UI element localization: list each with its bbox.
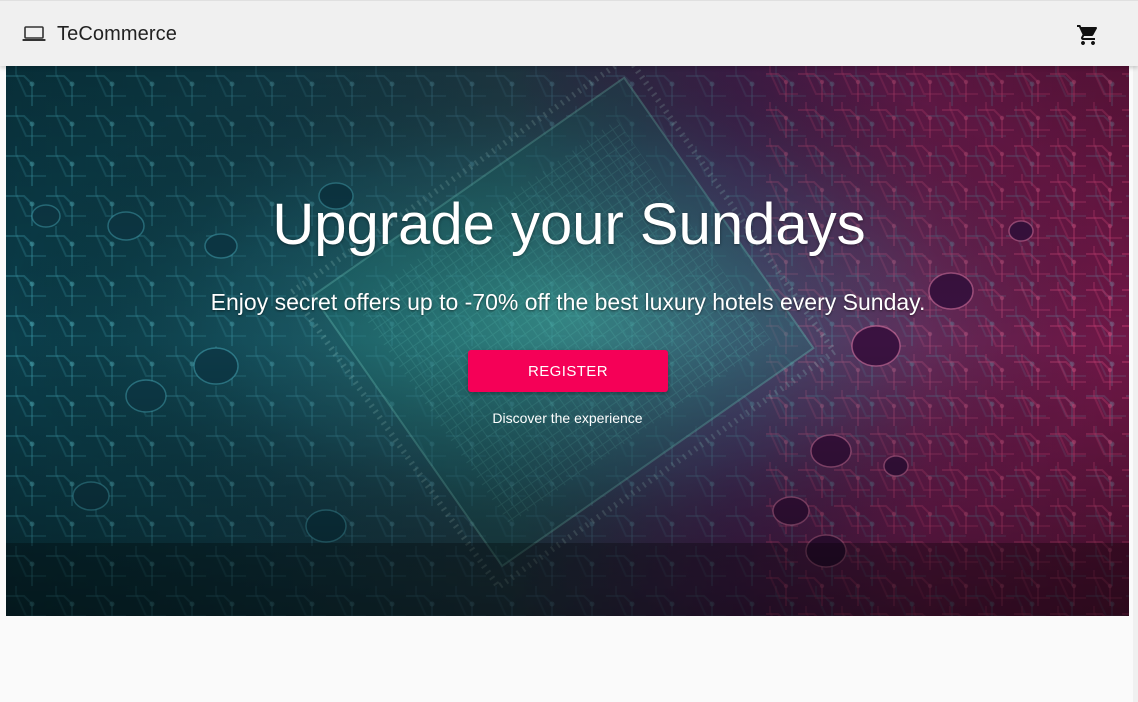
scrollbar-track[interactable]: [1133, 66, 1138, 702]
hero-banner: [6, 66, 1129, 616]
brand[interactable]: TeCommerce: [22, 21, 177, 47]
discover-link[interactable]: Discover the experience: [0, 409, 1135, 427]
hero-bottom-overlay: [6, 543, 1129, 616]
top-app-bar: TeCommerce: [0, 0, 1138, 66]
hero-subtitle: Enjoy secret offers up to -70% off the b…: [210, 289, 926, 315]
laptop-icon: [22, 26, 46, 41]
app-frame: TeCommerce Upgrade your Sundays Enjoy se…: [0, 0, 1138, 702]
shopping-cart-icon[interactable]: [1076, 23, 1100, 47]
circuit-board-background: [6, 66, 1129, 616]
register-button[interactable]: REGISTER: [468, 350, 668, 392]
hero-title: Upgrade your Sundays: [272, 192, 866, 257]
brand-name: TeCommerce: [57, 22, 177, 45]
